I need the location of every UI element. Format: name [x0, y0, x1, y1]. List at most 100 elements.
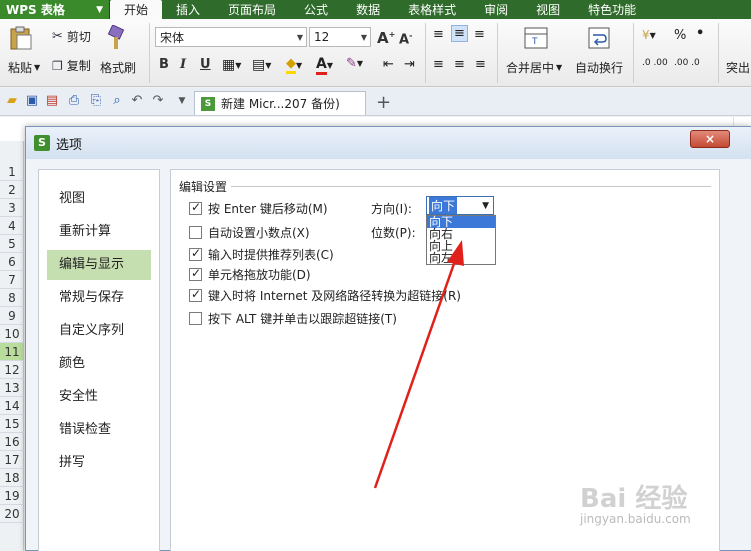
paste-button[interactable]	[8, 25, 34, 51]
nav-item-view[interactable]: 视图	[47, 184, 151, 214]
pdf-icon[interactable]: ▤	[45, 94, 59, 108]
increase-decimal-button[interactable]: .0 .00	[642, 59, 668, 68]
nav-item-general-save[interactable]: 常规与保存	[47, 283, 151, 313]
row-header[interactable]: 17	[0, 451, 24, 469]
font-size-select[interactable]: 12 ▼	[309, 27, 371, 47]
percent-button[interactable]: %	[674, 28, 686, 43]
row-header[interactable]: 8	[0, 289, 24, 307]
tab-insert[interactable]: 插入	[162, 0, 214, 19]
nav-item-security[interactable]: 安全性	[47, 382, 151, 412]
indent-decrease-button[interactable]: ⇤	[383, 57, 394, 72]
dialog-titlebar[interactable]: S 选项 ×	[26, 127, 751, 159]
close-button[interactable]: ×	[690, 130, 730, 148]
font-color-button[interactable]: A ▼	[316, 56, 333, 75]
borders-button[interactable]: ▦ ▼	[222, 57, 241, 73]
row-header[interactable]: 19	[0, 487, 24, 505]
indent-increase-button[interactable]: ⇥	[404, 57, 415, 72]
row-header[interactable]: 10	[0, 325, 24, 343]
checkbox[interactable]	[189, 287, 202, 302]
row-header[interactable]: 1	[0, 163, 24, 181]
row-header[interactable]: 2	[0, 181, 24, 199]
tab-page-layout[interactable]: 页面布局	[214, 0, 290, 19]
direction-option-left[interactable]: 向左	[427, 252, 495, 264]
checkbox[interactable]	[189, 200, 202, 215]
font-name-select[interactable]: 宋体 ▼	[155, 27, 307, 47]
tab-table-style[interactable]: 表格样式	[394, 0, 470, 19]
copy-button[interactable]: ❐ 复制	[52, 57, 91, 74]
tab-formula[interactable]: 公式	[290, 0, 342, 19]
option-enter-move[interactable]: 按 Enter 键后移动(M)	[189, 200, 328, 217]
font-grow-button[interactable]: A+	[377, 29, 395, 47]
cell-style-button[interactable]: ▤ ▼	[252, 57, 271, 73]
bold-button[interactable]: B	[159, 57, 169, 72]
option-auto-decimal[interactable]: 自动设置小数点(X)	[189, 224, 310, 241]
new-tab-button[interactable]: +	[376, 92, 391, 113]
tab-home[interactable]: 开始	[110, 0, 163, 19]
nav-item-error-check[interactable]: 错误检查	[47, 415, 151, 445]
row-header[interactable]: 7	[0, 271, 24, 289]
row-header[interactable]: 5	[0, 235, 24, 253]
paste-label[interactable]: 粘贴 ▼	[8, 59, 40, 76]
open-folder-icon[interactable]: ▰	[5, 94, 19, 108]
print-preview-icon[interactable]: ⎘	[89, 94, 103, 108]
align-bottom-button[interactable]: ≡	[474, 27, 485, 42]
wrap-text-icon-button[interactable]	[588, 27, 610, 49]
comma-button[interactable]: •	[696, 26, 704, 41]
tab-special[interactable]: 特色功能	[574, 0, 650, 19]
clear-format-button[interactable]: ✎ ▼	[346, 56, 363, 71]
align-top-button[interactable]: ≡	[433, 27, 444, 42]
decrease-decimal-button[interactable]: .00 .0	[674, 59, 700, 68]
row-header[interactable]: 15	[0, 415, 24, 433]
conditional-highlight-button[interactable]: 突出	[726, 59, 750, 76]
row-header[interactable]: 12	[0, 361, 24, 379]
tab-data[interactable]: 数据	[342, 0, 394, 19]
row-header[interactable]: 9	[0, 307, 24, 325]
checkbox[interactable]	[189, 266, 202, 281]
align-right-button[interactable]: ≡	[475, 57, 486, 72]
zoom-preview-icon[interactable]: ⌕	[110, 94, 124, 108]
align-middle-button[interactable]: ≡	[451, 25, 468, 42]
checkbox[interactable]	[189, 312, 202, 325]
option-drag-drop[interactable]: 单元格拖放功能(D)	[189, 266, 311, 283]
row-header[interactable]: 14	[0, 397, 24, 415]
app-menu-button[interactable]: WPS 表格 ▼	[0, 0, 110, 19]
align-center-button[interactable]: ≡	[454, 57, 465, 72]
font-shrink-button[interactable]: A-	[399, 31, 412, 47]
row-header[interactable]: 13	[0, 379, 24, 397]
nav-item-spelling[interactable]: 拼写	[47, 448, 151, 478]
merge-center-button[interactable]: 合并居中 ▼	[506, 59, 562, 76]
checkbox[interactable]	[189, 226, 202, 239]
option-autocomplete[interactable]: 输入时提供推荐列表(C)	[189, 246, 334, 263]
option-alt-click-link[interactable]: 按下 ALT 键并单击以跟踪超链接(T)	[189, 310, 397, 327]
row-header[interactable]: 18	[0, 469, 24, 487]
undo-icon[interactable]: ↶	[130, 94, 144, 108]
print-icon[interactable]: ⎙	[67, 94, 81, 108]
row-header[interactable]: 4	[0, 217, 24, 235]
nav-item-color[interactable]: 颜色	[47, 349, 151, 379]
nav-item-recalc[interactable]: 重新计算	[47, 217, 151, 247]
merge-center-icon-button[interactable]: T	[524, 27, 548, 49]
row-header[interactable]: 6	[0, 253, 24, 271]
save-icon[interactable]: ▣	[25, 94, 39, 108]
nav-item-custom-lists[interactable]: 自定义序列	[47, 316, 151, 346]
cut-button[interactable]: ✂ 剪切	[52, 28, 91, 45]
tab-view[interactable]: 视图	[522, 0, 574, 19]
format-painter-button[interactable]	[104, 25, 128, 51]
underline-button[interactable]: U	[200, 57, 211, 72]
checkbox[interactable]	[189, 246, 202, 261]
customize-chevron-icon[interactable]: ▼	[175, 94, 189, 108]
nav-item-edit-display[interactable]: 编辑与显示	[47, 250, 151, 280]
redo-icon[interactable]: ↷	[151, 94, 165, 108]
tab-review[interactable]: 审阅	[470, 0, 522, 19]
row-header[interactable]: 3	[0, 199, 24, 217]
direction-select[interactable]: 向下 ▼	[426, 196, 494, 215]
italic-button[interactable]: I	[180, 57, 186, 72]
row-header[interactable]: 16	[0, 433, 24, 451]
document-tab[interactable]: S 新建 Micr...207 备份)	[194, 91, 366, 115]
number-format-button[interactable]: ¥ ▼	[642, 28, 656, 42]
align-left-button[interactable]: ≡	[433, 57, 444, 72]
fill-color-button[interactable]: ◆ ▼	[286, 56, 302, 74]
wrap-text-button[interactable]: 自动换行	[575, 59, 623, 76]
row-header[interactable]: 20	[0, 505, 24, 523]
row-header[interactable]: 11	[0, 343, 24, 361]
